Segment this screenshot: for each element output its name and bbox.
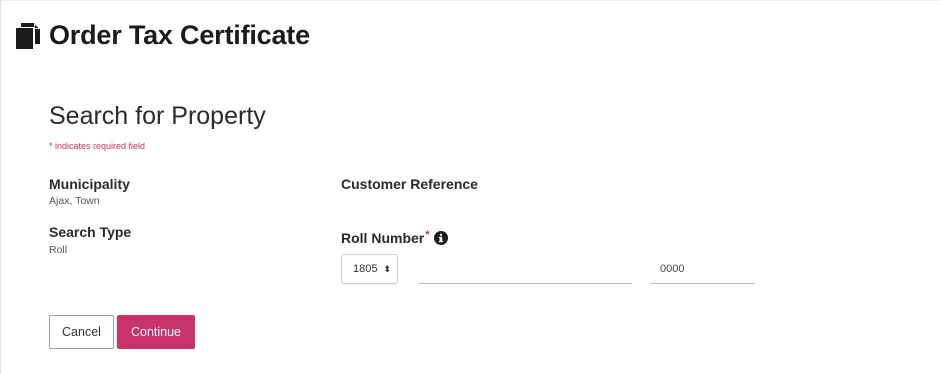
roll-number-input[interactable] [418,254,632,284]
info-icon[interactable] [433,231,448,245]
section-title: Search for Property [49,102,266,130]
municipality-value: Ajax, Town [49,195,100,207]
customer-reference-label: Customer Reference [341,176,478,192]
copy-icon [13,21,43,51]
required-marker: * [425,229,430,241]
municipality-label: Municipality [49,176,130,192]
search-type-label: Search Type [49,224,132,240]
cancel-button[interactable]: Cancel [49,315,114,349]
continue-button[interactable]: Continue [117,315,195,349]
sort-arrows-icon: ⬍ [383,263,392,274]
order-tax-certificate-page: Order Tax Certificate Search for Propert… [0,0,941,374]
page-title: Order Tax Certificate [49,20,310,50]
roll-prefix-value: 1805 [353,263,378,275]
page-header: Order Tax Certificate [13,20,310,51]
required-field-note: * indicates required field [49,141,146,151]
roll-prefix-select[interactable]: 1805 ⬍ [341,254,398,284]
roll-number-suffix-input[interactable] [651,254,755,284]
roll-number-label: Roll Number [341,230,425,246]
roll-number-label-group: Roll Number * [341,230,448,246]
search-type-value: Roll [49,244,68,256]
